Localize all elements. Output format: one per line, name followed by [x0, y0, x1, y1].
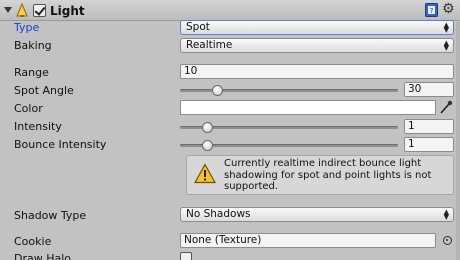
dropdown-arrows-icon: ▲ ▼	[443, 21, 449, 34]
eyedropper-icon[interactable]	[439, 100, 453, 115]
shadow-type-dropdown[interactable]: No Shadows ▲ ▼	[180, 207, 454, 222]
intensity-label: Intensity	[14, 120, 62, 133]
intensity-input[interactable]: 1	[404, 119, 454, 134]
draw-halo-label: Draw Halo	[14, 252, 72, 260]
help-book-icon[interactable]: ?	[425, 3, 438, 17]
range-input[interactable]: 10	[180, 64, 454, 79]
warning-icon	[194, 163, 216, 184]
type-dropdown-value: Spot	[186, 21, 210, 33]
bounce-intensity-label: Bounce Intensity	[14, 138, 107, 151]
bounce-intensity-input[interactable]: 1	[404, 137, 454, 152]
range-label: Range	[14, 66, 49, 79]
component-enabled-checkbox[interactable]	[33, 4, 46, 17]
intensity-slider-thumb[interactable]	[202, 122, 214, 133]
spot-angle-slider-thumb[interactable]	[212, 85, 224, 96]
color-label: Color	[14, 102, 43, 115]
warning-help-text: Currently realtime indirect bounce light…	[224, 158, 432, 192]
shadow-type-label: Shadow Type	[14, 209, 87, 222]
draw-halo-checkbox[interactable]	[180, 252, 192, 260]
baking-label: Baking	[14, 39, 52, 52]
dropdown-arrows-icon: ▲ ▼	[443, 208, 449, 221]
baking-dropdown[interactable]: Realtime ▲ ▼	[180, 38, 454, 53]
light-bulb-icon	[16, 3, 28, 17]
gear-icon[interactable]: ⚙	[442, 2, 457, 17]
cookie-label: Cookie	[14, 235, 52, 248]
svg-text:?: ?	[430, 7, 434, 15]
foldout-triangle-icon[interactable]	[3, 5, 13, 15]
shadow-type-dropdown-value: No Shadows	[186, 208, 251, 220]
cookie-object-field[interactable]: None (Texture)	[180, 233, 436, 248]
bounce-intensity-slider-thumb[interactable]	[202, 140, 214, 151]
type-dropdown[interactable]: Spot ▲ ▼	[180, 20, 454, 35]
inspector-scrollbar[interactable]	[456, 22, 460, 260]
spot-angle-input[interactable]: 30	[404, 82, 454, 97]
dropdown-arrows-icon: ▲ ▼	[443, 39, 449, 52]
object-picker-icon[interactable]	[443, 236, 452, 245]
spot-angle-label: Spot Angle	[14, 84, 74, 97]
type-label: Type	[14, 21, 40, 34]
color-swatch[interactable]	[180, 100, 436, 115]
baking-dropdown-value: Realtime	[186, 39, 233, 51]
component-title: Light	[50, 4, 85, 18]
